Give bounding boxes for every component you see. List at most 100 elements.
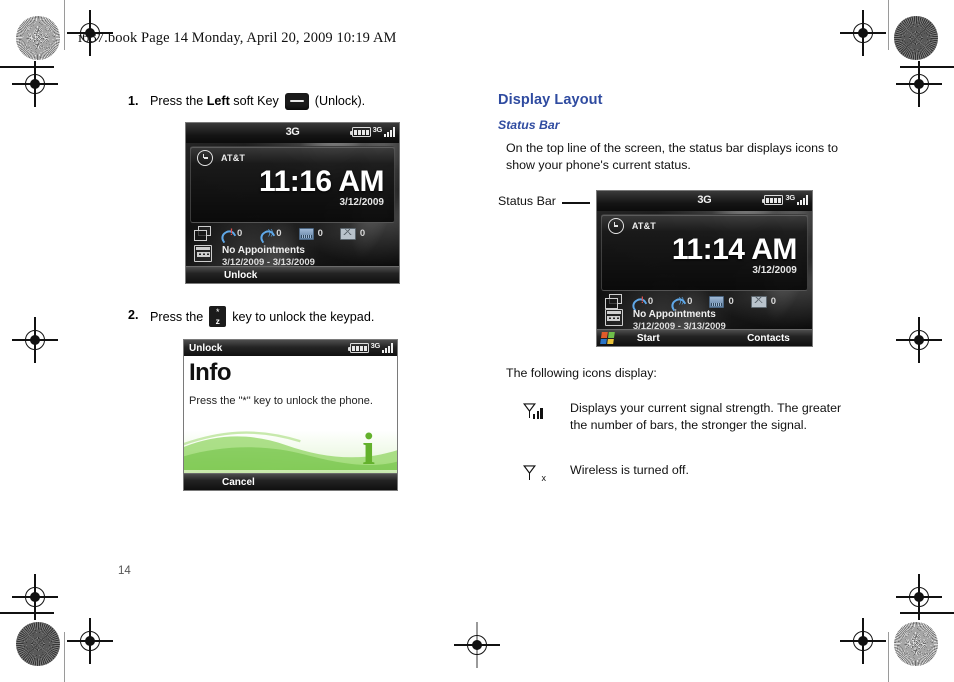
soft-key-contacts[interactable]: Contacts	[747, 333, 790, 344]
messages-count: 0	[770, 296, 777, 307]
registration-mark-right-middle	[896, 317, 942, 363]
status-bar-right-icons: 3G	[762, 193, 808, 205]
callout-leader-line	[561, 202, 590, 204]
info-body: Press the "*" key to unlock the phone. i	[184, 390, 397, 474]
icons-intro: The following icons display:	[506, 366, 657, 380]
step-1-text-before: Press the	[150, 94, 204, 108]
signal-strength-icon	[523, 402, 545, 420]
info-title-bar: Unlock 3G	[184, 340, 397, 356]
soft-key-cancel[interactable]: Cancel	[222, 477, 255, 488]
step-2-text-after: key to unlock the keypad.	[232, 309, 375, 324]
registration-mark-left-middle	[12, 317, 58, 363]
x-mark-icon: x	[541, 473, 547, 483]
message-icon	[750, 295, 767, 308]
step-1-text-middle: soft Key	[233, 94, 279, 108]
icon-cell-signal	[498, 400, 570, 462]
document-page: i637.book Page 14 Monday, April 20, 2009…	[0, 0, 954, 682]
missed-calls-item[interactable]: ! 0	[629, 295, 654, 311]
windows-tile-icon	[194, 226, 211, 241]
messages-count: 0	[359, 228, 366, 239]
calls-count: 0	[687, 296, 693, 307]
missed-call-icon: !	[629, 295, 648, 311]
step-2-text: Press the * z key to unlock the keypad.	[150, 306, 374, 327]
carrier-label: AT&T	[221, 153, 246, 163]
clock-panel[interactable]: AT&T 11:16 AM 3/12/2009	[190, 146, 395, 223]
step-2: 2. Press the * z key to unlock the keypad…	[128, 306, 428, 327]
icon-legend-row-wireless-off: x Wireless is turned off.	[498, 462, 858, 515]
step-1: 1. Press the Left soft Key (Unlock).	[128, 92, 428, 110]
notifications-row[interactable]: ! 0 )) 0 0 0	[194, 226, 393, 243]
calls-item[interactable]: )) 0	[668, 295, 693, 311]
notifications-row[interactable]: ! 0 )) 0 0 0	[604, 294, 806, 311]
info-glyph-icon: i	[362, 423, 375, 474]
calendar-icon	[194, 245, 212, 262]
soft-key-left-unlock[interactable]: Unlock	[224, 270, 257, 281]
subsection-title: Status Bar	[498, 118, 560, 132]
registration-mark-right-lower	[896, 574, 942, 620]
messages-item[interactable]: 0	[750, 295, 777, 308]
appointments-title: No Appointments	[222, 245, 305, 256]
wireless-off-icon: x	[523, 464, 547, 483]
trim-line-left-vertical-top	[64, 0, 66, 50]
left-column: 1. Press the Left soft Key (Unlock). 3G …	[128, 92, 428, 491]
today-screen-unlock-screenshot: 3G 3G AT&T 11:16 AM 3/12/2009 ! 0)) 0 0…	[185, 122, 400, 284]
missed-calls-count: 0	[647, 296, 654, 307]
step-2-number: 2.	[128, 308, 139, 322]
data-3g-icon: 3G	[372, 125, 383, 134]
messages-item[interactable]: 0	[339, 227, 366, 240]
voicemail-item[interactable]: 0	[709, 295, 734, 308]
status-bar-callout: Status Bar 3G 3G AT&T 11:14 AM 3/12/2009…	[498, 190, 858, 347]
step-1-number: 1.	[128, 94, 139, 108]
missed-calls-count: 0	[237, 228, 243, 239]
voicemail-count: 0	[728, 296, 734, 307]
missed-call-icon: !	[218, 227, 237, 243]
signal-bars-icon	[384, 126, 395, 137]
clock-panel-header: AT&T	[191, 147, 394, 166]
info-title-label: Unlock	[189, 342, 223, 354]
registration-mark-left-upper	[12, 61, 58, 107]
battery-icon	[762, 195, 784, 205]
missed-calls-item[interactable]: ! 0	[218, 227, 243, 243]
soft-key-bar: Unlock	[186, 266, 399, 283]
voicemail-icon	[709, 295, 725, 308]
calls-count: 0	[276, 228, 282, 239]
windows-start-icon[interactable]	[600, 332, 615, 344]
info-soft-key-bar: Cancel	[184, 473, 397, 490]
step-2-text-before: Press the	[150, 309, 204, 324]
soft-key-icon	[284, 92, 309, 110]
today-screen-statusbar-screenshot: 3G 3G AT&T 11:14 AM 3/12/2009 ! 0)) 0 0…	[595, 190, 813, 347]
icon-legend-row-signal: Displays your current signal strength. T…	[498, 400, 858, 462]
data-3g-icon: 3G	[785, 193, 795, 202]
registration-mark-bottom-right	[840, 618, 886, 664]
voicemail-item[interactable]: 0	[298, 227, 323, 240]
info-status-icons: 3G	[347, 342, 393, 353]
clock-panel[interactable]: AT&T 11:14 AM 3/12/2009	[600, 214, 808, 291]
voicemail-count: 0	[317, 228, 323, 239]
soft-key-start[interactable]: Start	[637, 333, 660, 344]
appointments-title: No Appointments	[632, 309, 716, 320]
registration-mark-top-right	[840, 10, 886, 56]
call-icon: ))	[258, 227, 276, 243]
print-starburst-mark-top-left	[16, 16, 60, 60]
trim-line-right-vertical-bottom	[888, 632, 890, 682]
status-bar-right-icons: 3G	[349, 125, 395, 137]
calls-item[interactable]: )) 0	[258, 227, 282, 243]
status-bar: 3G 3G	[596, 191, 812, 211]
call-icon: ))	[668, 295, 687, 311]
step-1-text: Press the Left soft Key (Unlock).	[150, 92, 365, 110]
step-1-bold-word: Left	[206, 94, 230, 108]
registration-mark-left-lower	[12, 574, 58, 620]
print-maze-mark-top-right	[894, 16, 938, 60]
icon-description-wireless-off: Wireless is turned off.	[570, 463, 689, 477]
registration-mark-right-upper	[896, 61, 942, 107]
icon-cell-wireless-off: x	[498, 462, 570, 515]
status-bar: 3G 3G	[186, 123, 399, 143]
clock-panel-header: AT&T	[602, 215, 807, 234]
network-label: 3G	[697, 194, 712, 206]
star-z-key-icon: * z	[209, 306, 227, 327]
signal-bars-icon	[382, 342, 393, 353]
time-display: 11:14 AM	[671, 233, 797, 266]
section-title: Display Layout	[498, 92, 603, 108]
print-starburst-mark-bottom-right	[894, 622, 938, 666]
trim-line-left-vertical-bottom	[64, 632, 66, 682]
